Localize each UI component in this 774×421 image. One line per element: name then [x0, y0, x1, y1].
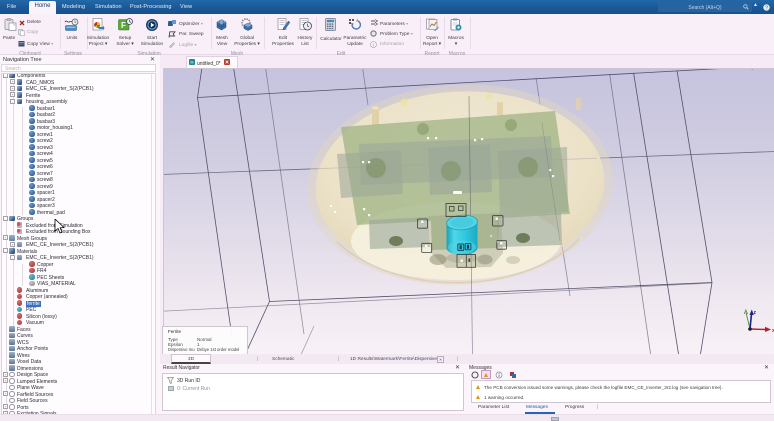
- svg-text:F: F: [121, 21, 126, 30]
- svg-text:?: ?: [765, 5, 768, 11]
- svg-text:M: M: [191, 61, 194, 65]
